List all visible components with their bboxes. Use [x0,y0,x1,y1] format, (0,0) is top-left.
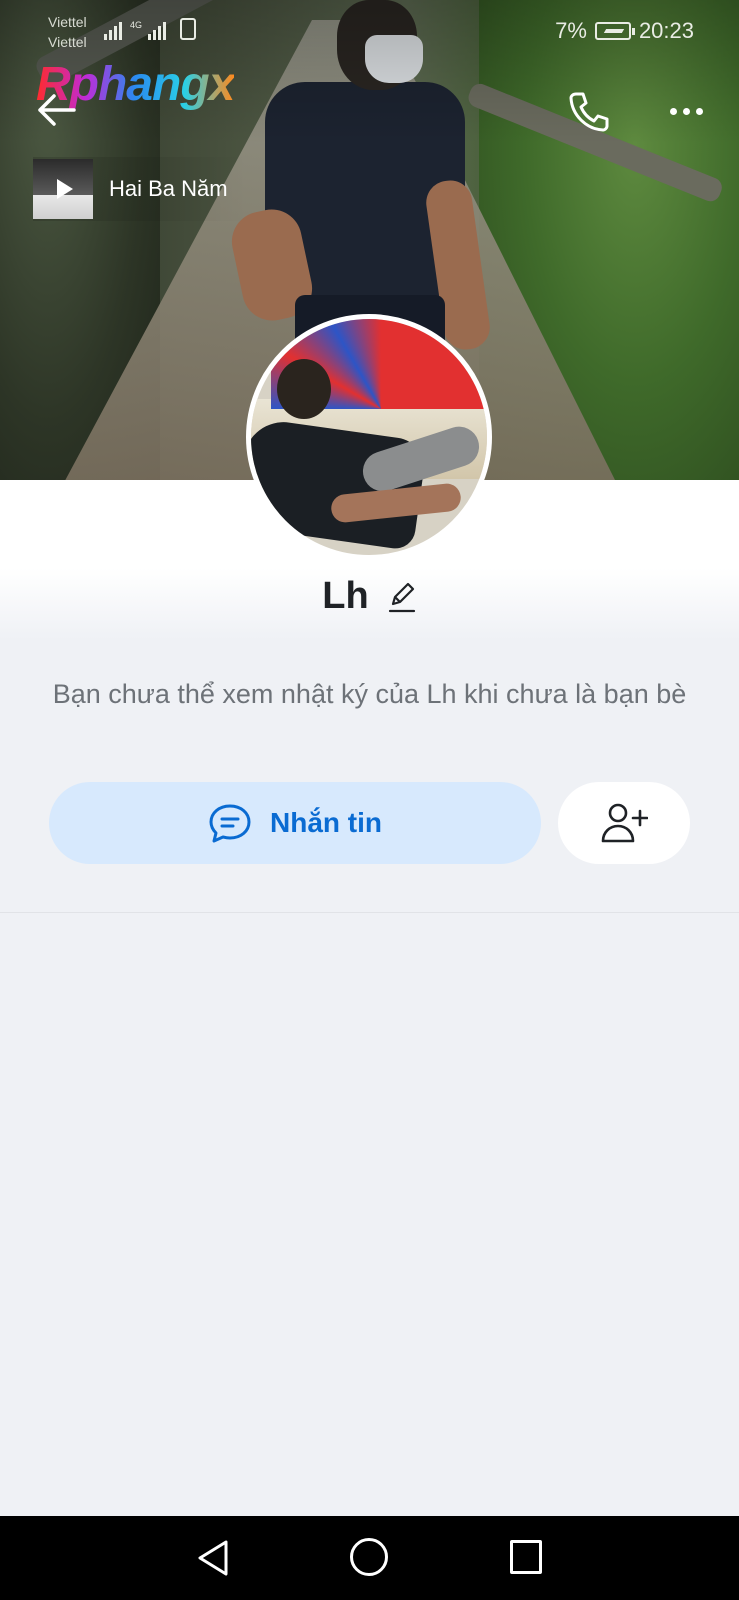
profile-name-row: Lh [0,575,739,618]
carrier-labels: Viettel Viettel [48,12,87,52]
call-button[interactable] [566,88,612,134]
system-nav-bar [0,1516,739,1600]
vibrate-icon [180,18,197,40]
pencil-icon[interactable] [387,580,417,614]
battery-icon [594,22,635,40]
section-divider [0,912,739,913]
signal-bars-icon [148,20,167,40]
signal-indicators: 4G [104,18,197,40]
nav-back-icon[interactable] [194,1538,234,1578]
carrier-1: Viettel [48,14,87,30]
avatar[interactable] [246,314,492,560]
carrier-2: Viettel [48,34,87,50]
clock: 20:23 [638,18,694,43]
play-icon [57,179,73,199]
music-title: Hai Ba Năm [109,176,228,201]
nav-home-icon[interactable] [350,1538,388,1576]
status-bar: Viettel Viettel 4G 7% 20:23 [0,0,739,60]
message-button-label: Nhắn tin [270,807,382,838]
more-dot [682,107,690,115]
add-user-icon [601,803,648,843]
more-dot [695,107,703,115]
nav-recents-icon[interactable] [510,1540,542,1574]
signal-bars-icon [104,20,122,40]
profile-music[interactable]: Hai Ba Năm [33,157,248,221]
battery-percent: 7% [555,18,587,43]
message-button[interactable]: Nhắn tin [49,782,541,864]
phone-icon [569,92,609,132]
arrow-left-icon [38,94,76,126]
add-friend-button[interactable] [558,782,690,864]
back-button[interactable] [34,90,78,130]
profile-name: Lh [322,575,369,617]
music-thumbnail[interactable] [33,159,93,219]
chat-bubble-icon [209,804,251,843]
network-type: 4G [130,20,143,30]
more-options-button[interactable] [664,96,708,126]
more-dot [669,107,677,115]
status-right: 7% 20:23 [555,18,694,44]
privacy-notice: Bạn chưa thể xem nhật ký của Lh khi chưa… [52,679,687,709]
